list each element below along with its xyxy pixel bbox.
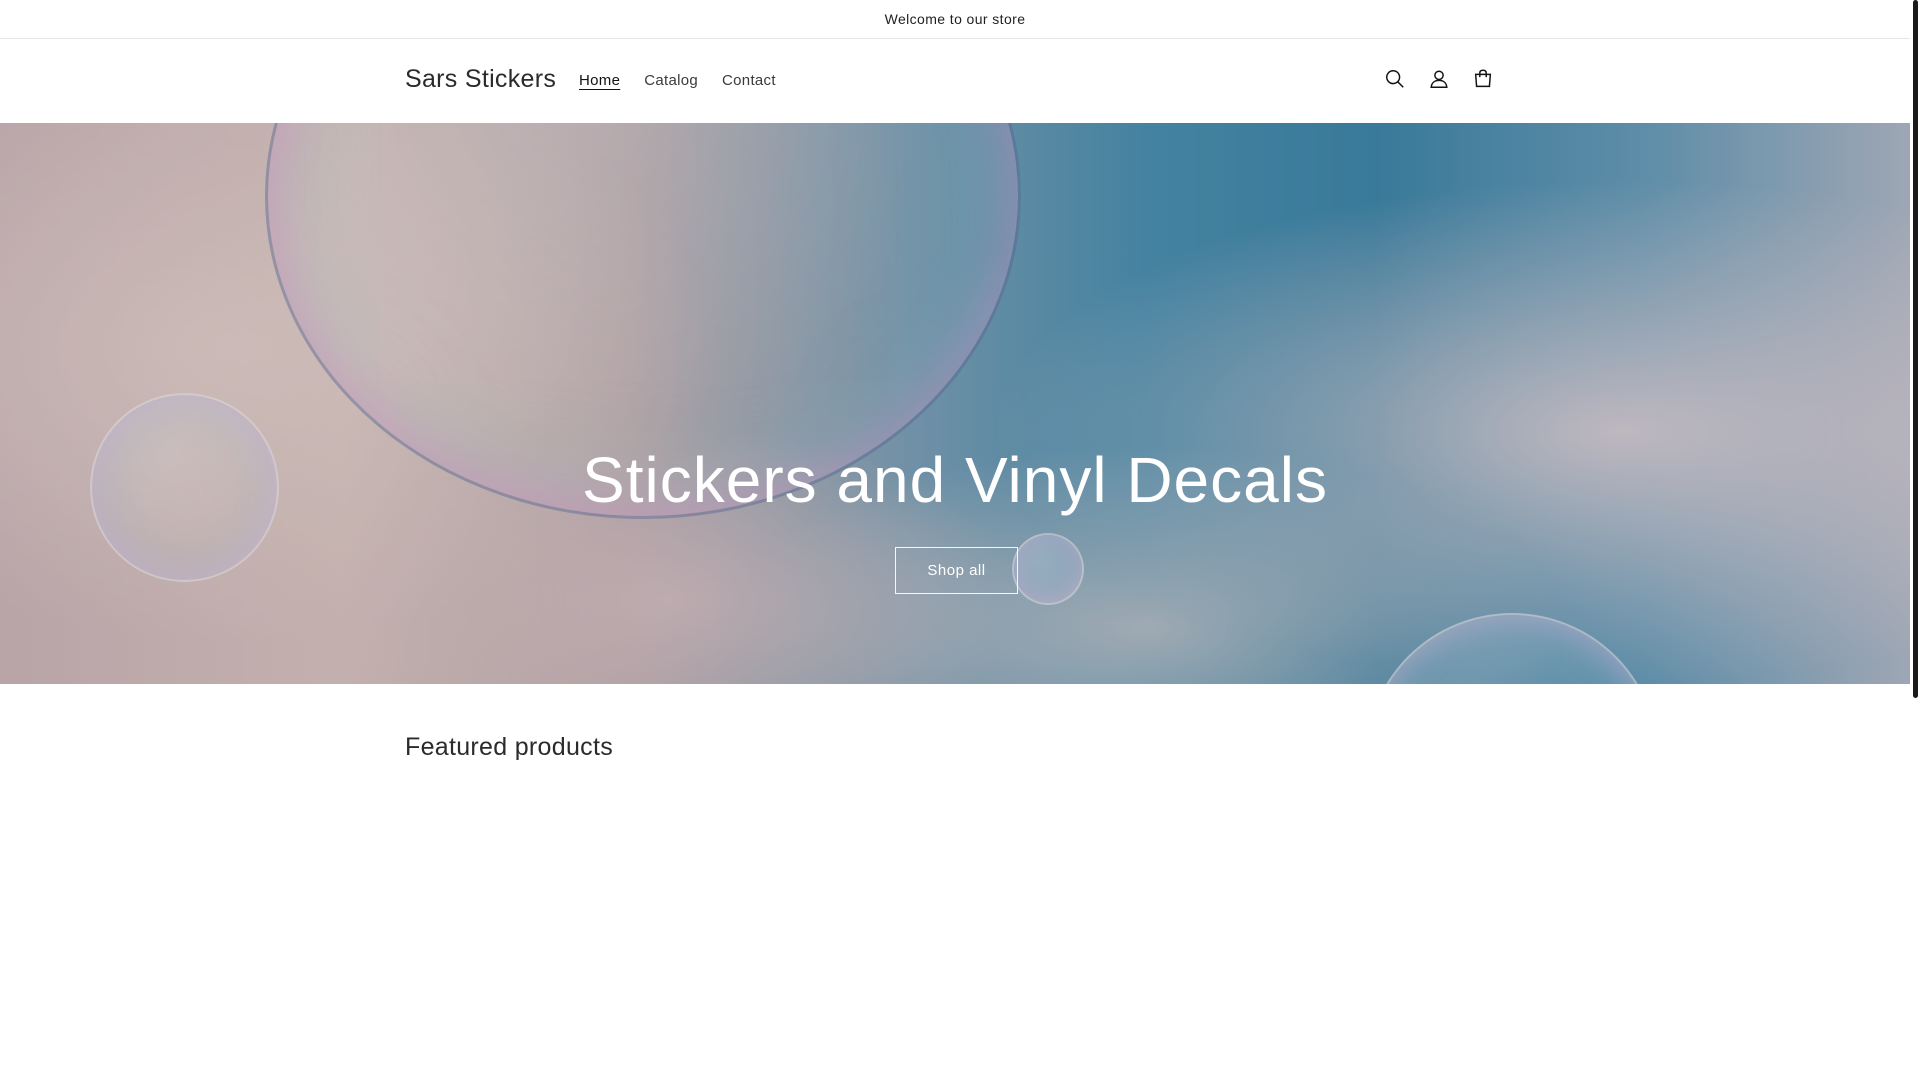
cart-icon	[1474, 69, 1492, 88]
main-nav: Home Catalog Contact	[567, 71, 788, 91]
site-header: Sars Stickers Home Catalog Contact	[0, 39, 1910, 123]
account-icon	[1430, 70, 1448, 88]
hero-banner: Stickers and Vinyl Decals	[0, 123, 1910, 684]
nav-catalog[interactable]: Catalog	[632, 71, 710, 91]
announcement-bar: Welcome to our store	[0, 0, 1910, 39]
search-icon	[1386, 70, 1404, 88]
announcement-text: Welcome to our store	[884, 11, 1026, 27]
nav-home[interactable]: Home	[567, 71, 632, 91]
page-scrollbar[interactable]	[1910, 0, 1920, 1080]
featured-products-heading: Featured products	[405, 733, 613, 761]
account-button[interactable]	[1424, 64, 1454, 94]
cart-button[interactable]	[1468, 64, 1498, 94]
store-logo[interactable]: Sars Stickers	[405, 65, 556, 94]
header-icons	[1380, 64, 1498, 94]
nav-contact[interactable]: Contact	[710, 71, 788, 91]
shop-all-button[interactable]: Shop all	[895, 547, 1018, 594]
search-button[interactable]	[1380, 64, 1410, 94]
hero-title: Stickers and Vinyl Decals	[582, 444, 1328, 516]
scrollbar-thumb[interactable]	[1913, 0, 1918, 698]
